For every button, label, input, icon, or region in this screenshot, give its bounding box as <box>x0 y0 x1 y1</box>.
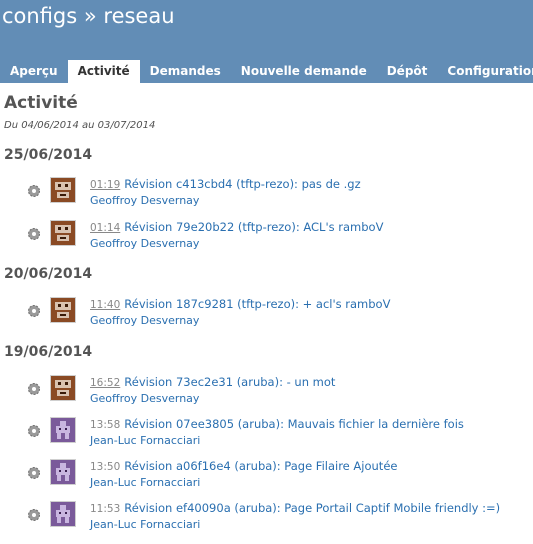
revision-link[interactable]: Révision 79e20b22 (tftp-rezo): ACL's ram… <box>124 220 383 234</box>
revision-link[interactable]: Révision 187c9281 (tftp-rezo): + acl's r… <box>124 297 390 311</box>
activity-event: 13:58 Révision 07ee3805 (aruba): Mauvais … <box>26 417 533 449</box>
tab-nouvelle-demande[interactable]: Nouvelle demande <box>231 60 377 83</box>
gear-icon <box>26 183 42 199</box>
project-title[interactable]: configs » reseau <box>2 4 175 28</box>
gear-icon <box>26 303 42 319</box>
header: configs » reseau Aperçu Activité Demande… <box>0 0 533 83</box>
gear-icon <box>26 465 42 481</box>
content: Activité Du 04/06/2014 au 03/07/2014 25/… <box>0 83 533 544</box>
gear-icon <box>26 226 42 242</box>
event-time[interactable]: 01:14 <box>90 222 120 234</box>
activity-event: 01:19 Révision c413cbd4 (tftp-rezo): pas … <box>26 177 533 209</box>
event-author[interactable]: Jean-Luc Fornacciari <box>90 476 200 489</box>
event-author[interactable]: Geoffroy Desvernay <box>90 392 199 405</box>
event-author[interactable]: Geoffroy Desvernay <box>90 237 199 250</box>
user-avatar <box>50 501 76 527</box>
tab-activite[interactable]: Activité <box>67 60 140 83</box>
event-time: 13:50 <box>90 461 121 473</box>
revision-link[interactable]: Révision a06f16e4 (aruba): Page Filaire … <box>124 459 397 473</box>
activity-event: 13:50 Révision a06f16e4 (aruba): Page Fil… <box>26 459 533 491</box>
event-time[interactable]: 01:19 <box>90 179 120 191</box>
revision-link[interactable]: Révision 07ee3805 (aruba): Mauvais fichi… <box>124 417 464 431</box>
page-title: Activité <box>4 93 78 113</box>
event-author[interactable]: Jean-Luc Fornacciari <box>90 434 200 447</box>
revision-link[interactable]: Révision ef40090a (aruba): Page Portail … <box>124 501 500 515</box>
event-time: 13:58 <box>90 419 121 431</box>
event-title-line: 16:52 Révision 73ec2e31 (aruba): - un mot <box>90 375 335 389</box>
tab-configuration[interactable]: Configuration <box>437 60 533 83</box>
tab-depot[interactable]: Dépôt <box>377 60 438 83</box>
event-title-line: 13:58 Révision 07ee3805 (aruba): Mauvais … <box>90 417 464 431</box>
day-heading: 19/06/2014 <box>4 344 93 360</box>
activity-event: 16:52 Révision 73ec2e31 (aruba): - un mot… <box>26 375 533 407</box>
user-avatar <box>50 375 76 401</box>
gear-icon <box>26 423 42 439</box>
user-avatar <box>50 459 76 485</box>
user-avatar <box>50 177 76 203</box>
event-title-line: 01:14 Révision 79e20b22 (tftp-rezo): ACL'… <box>90 220 383 234</box>
event-time[interactable]: 11:40 <box>90 299 120 311</box>
activity-period: Du 04/06/2014 au 03/07/2014 <box>4 120 156 131</box>
event-author[interactable]: Jean-Luc Fornacciari <box>90 518 200 531</box>
user-avatar <box>50 297 76 323</box>
day-heading: 25/06/2014 <box>4 147 93 163</box>
activity-event: 01:14 Révision 79e20b22 (tftp-rezo): ACL'… <box>26 220 533 252</box>
revision-link[interactable]: Révision 73ec2e31 (aruba): - un mot <box>124 375 335 389</box>
user-avatar <box>50 220 76 246</box>
day-heading: 20/06/2014 <box>4 266 93 282</box>
revision-link[interactable]: Révision c413cbd4 (tftp-rezo): pas de .g… <box>124 177 360 191</box>
activity-event: 11:53 Révision ef40090a (aruba): Page Por… <box>26 501 533 533</box>
tab-demandes[interactable]: Demandes <box>140 60 231 83</box>
event-time[interactable]: 16:52 <box>90 377 120 389</box>
user-avatar <box>50 417 76 443</box>
gear-icon <box>26 507 42 523</box>
event-author[interactable]: Geoffroy Desvernay <box>90 194 199 207</box>
event-title-line: 13:50 Révision a06f16e4 (aruba): Page Fil… <box>90 459 397 473</box>
event-title-line: 01:19 Révision c413cbd4 (tftp-rezo): pas … <box>90 177 361 191</box>
gear-icon <box>26 381 42 397</box>
tab-apercu[interactable]: Aperçu <box>0 60 68 83</box>
event-time: 11:53 <box>90 503 121 515</box>
event-title-line: 11:53 Révision ef40090a (aruba): Page Por… <box>90 501 500 515</box>
activity-event: 11:40 Révision 187c9281 (tftp-rezo): + ac… <box>26 297 533 329</box>
main-menu: Aperçu Activité Demandes Nouvelle demand… <box>0 60 533 83</box>
event-author[interactable]: Geoffroy Desvernay <box>90 314 199 327</box>
event-title-line: 11:40 Révision 187c9281 (tftp-rezo): + ac… <box>90 297 390 311</box>
